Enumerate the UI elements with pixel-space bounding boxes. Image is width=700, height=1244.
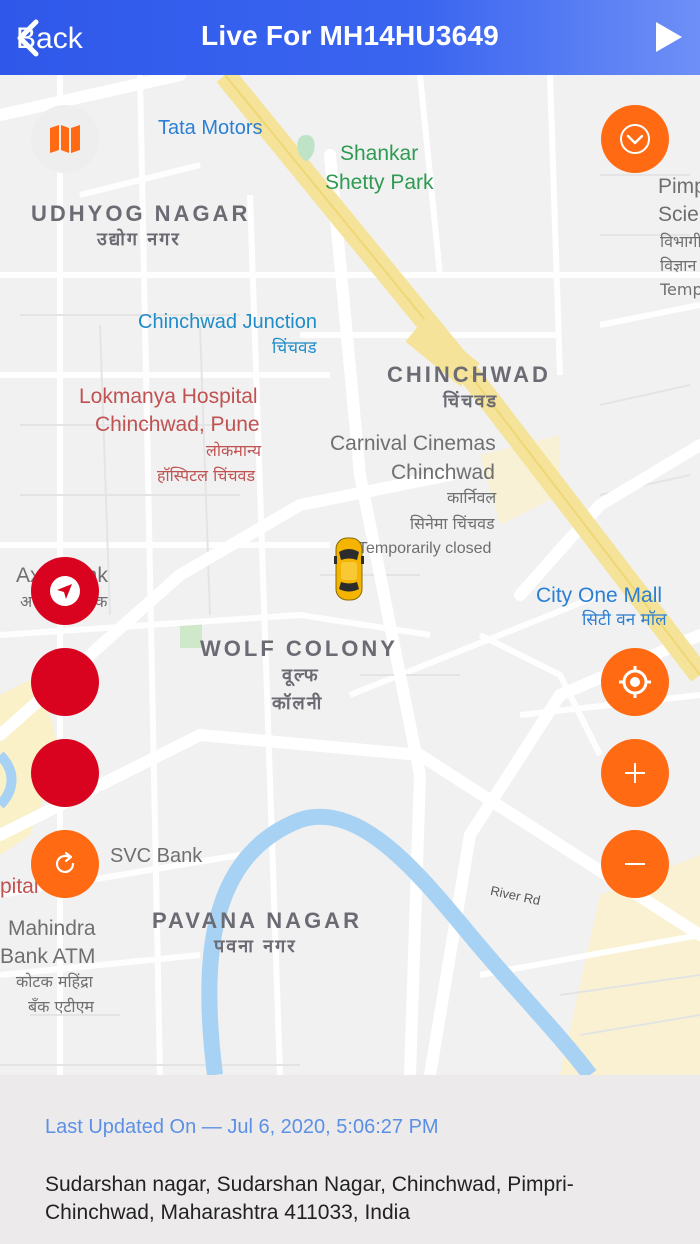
poi-chinchwad-junction: Chinchwad Junction: [138, 311, 317, 333]
page-title: Live For MH14HU3649: [201, 20, 499, 51]
poi-mahindra-line2: Bank ATM: [0, 945, 96, 968]
area-chinchwad: CHINCHWAD: [387, 362, 551, 387]
area-wolf-colony: WOLF COLONY: [200, 636, 398, 661]
area-udhyog-nagar: UDHYOG NAGAR: [31, 201, 251, 226]
poi-lokmanya-hi-line2: हॉस्पिटल चिंचवड: [157, 466, 256, 485]
map-icon: [50, 125, 80, 153]
refresh-icon: [55, 851, 75, 873]
poi-lokmanya-line1: Lokmanya Hospital: [79, 385, 258, 408]
poi-carnival-line2: Chinchwad: [391, 461, 495, 484]
area-pavana-nagar-hi: पवना नगर: [214, 936, 297, 957]
park-icon: [297, 135, 315, 161]
poi-hospital-partial: pital: [0, 875, 39, 898]
poi-shankar-park-line1: Shankar: [340, 142, 419, 165]
poi-mahindra-line1: Mahindra: [8, 917, 96, 940]
area-pavana-nagar: PAVANA NAGAR: [152, 908, 362, 933]
poi-shankar-park-line2: Shetty Park: [325, 171, 434, 194]
area-wolf-colony-hi-1: वूल्फ: [282, 665, 320, 686]
poi-carnival-hi-line1: कार्निवल: [447, 488, 497, 507]
poi-city-one-mall: City One Mall: [536, 584, 663, 607]
info-panel: Last Updated On — Jul 6, 2020, 5:06:27 P…: [0, 1075, 700, 1244]
play-icon[interactable]: [654, 20, 684, 54]
area-udhyog-nagar-hi: उद्योग नगर: [97, 229, 181, 250]
locate-button[interactable]: [601, 648, 669, 716]
taxi-car-icon[interactable]: [333, 536, 365, 602]
poi-temporarily-closed: Temporarily closed: [358, 540, 492, 557]
plus-icon: [625, 763, 645, 783]
action-button-2[interactable]: [31, 648, 99, 716]
zoom-out-button[interactable]: [601, 830, 669, 898]
zoom-in-button[interactable]: [601, 739, 669, 807]
poi-mahindra-hi-line2: बँक एटीएम: [28, 997, 94, 1016]
poi-mahindra-hi-line1: कोटक महिंद्रा: [16, 972, 93, 991]
poi-tata-motors: Tata Motors: [158, 117, 263, 139]
poi-chinchwad-junction-hi: चिंचवड: [272, 338, 317, 358]
app-header: Back Live For MH14HU3649: [0, 0, 700, 75]
address-text: Sudarshan nagar, Sudarshan Nagar, Chinch…: [45, 1173, 574, 1225]
chevron-down-circle-icon: [620, 124, 650, 154]
crosshair-target-icon: [619, 666, 651, 698]
map-type-button[interactable]: [31, 105, 99, 173]
poi-pimp-line3: विभागी: [660, 232, 700, 251]
navigate-button[interactable]: [31, 557, 99, 625]
collapse-button[interactable]: [601, 105, 669, 173]
poi-pimp-line4: विज्ञान: [660, 256, 697, 275]
minus-icon: [625, 863, 645, 865]
refresh-button[interactable]: [31, 830, 99, 898]
poi-city-one-mall-hi: सिटी वन मॉल: [582, 610, 667, 630]
poi-svc-bank: SVC Bank: [110, 845, 203, 867]
area-chinchwad-hi: चिंचवड: [443, 391, 499, 412]
poi-carnival-hi-line2: सिनेमा चिंचवड: [410, 514, 495, 533]
last-updated-text: Last Updated On — Jul 6, 2020, 5:06:27 P…: [45, 1116, 439, 1138]
navigation-arrow-icon: [50, 576, 80, 606]
map-view[interactable]: Tata Motors Shankar Shetty Park Pimp Sci…: [0, 75, 700, 1075]
poi-pimp-line2: Scie: [658, 203, 699, 226]
poi-pimp-line1: Pimp: [658, 175, 700, 198]
poi-lokmanya-hi-line1: लोकमान्य: [206, 441, 261, 460]
poi-lokmanya-line2: Chinchwad, Pune: [95, 413, 260, 436]
poi-pimp-line5: Temp: [660, 280, 700, 299]
poi-carnival-line1: Carnival Cinemas: [330, 432, 496, 455]
action-button-3[interactable]: [31, 739, 99, 807]
area-wolf-colony-hi-2: कॉलनी: [272, 693, 324, 714]
